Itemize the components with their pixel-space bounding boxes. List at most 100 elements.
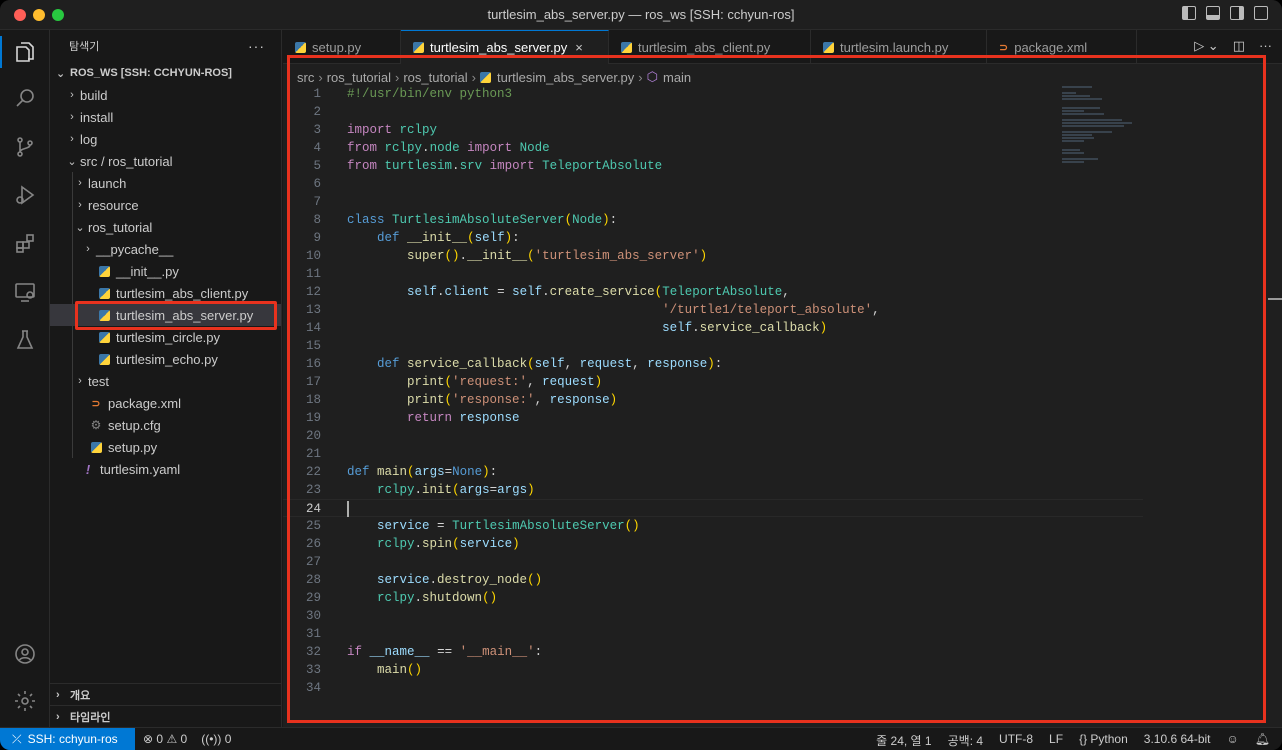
remote-explorer-icon[interactable]: [0, 272, 50, 312]
tab-package-xml[interactable]: ⊃ package.xml: [987, 30, 1137, 64]
split-editor-icon[interactable]: ◫: [1233, 38, 1245, 54]
indentation[interactable]: 공백: 4: [948, 732, 983, 749]
problems-indicator[interactable]: ⊗ 0 ⚠ 0: [143, 732, 187, 746]
accounts-icon[interactable]: [0, 634, 50, 674]
encoding[interactable]: UTF-8: [999, 732, 1033, 749]
ports-indicator[interactable]: ((•)) 0: [201, 732, 231, 746]
extensions-icon[interactable]: [0, 224, 50, 264]
tree-item[interactable]: › __pycache__: [50, 238, 281, 260]
code-line: 11: [283, 265, 1143, 283]
tree-item[interactable]: ⚙ setup.cfg: [50, 414, 281, 436]
customize-layout-icon[interactable]: [1254, 6, 1268, 20]
tree-item[interactable]: turtlesim_echo.py: [50, 348, 281, 370]
code-line: 8 class TurtlesimAbsoluteServer(Node):: [283, 211, 1143, 229]
tree-item[interactable]: turtlesim_abs_server.py: [50, 304, 281, 326]
cursor-position[interactable]: 줄 24, 열 1: [876, 732, 931, 749]
code-line: 33 main(): [283, 661, 1143, 679]
breadcrumb-item[interactable]: main: [663, 70, 691, 85]
indent-guide: [72, 436, 73, 458]
toggle-panel-icon[interactable]: [1206, 6, 1220, 20]
tree-item[interactable]: › launch: [50, 172, 281, 194]
status-right: 줄 24, 열 1 공백: 4 UTF-8 LF {} Python 3.10.…: [876, 732, 1270, 749]
window-title: turtlesim_abs_server.py — ros_ws [SSH: c…: [487, 7, 795, 22]
tab-turtlesim-launch[interactable]: turtlesim.launch.py: [811, 30, 987, 64]
explorer-header: 탐색기 ···: [50, 30, 281, 62]
chevron-right-icon: ›: [56, 688, 60, 701]
breadcrumb-item[interactable]: ros_tutorial: [403, 70, 467, 85]
minimap[interactable]: [1062, 86, 1152, 186]
tree-item[interactable]: setup.py: [50, 436, 281, 458]
tree-item[interactable]: turtlesim_abs_client.py: [50, 282, 281, 304]
close-tab-icon[interactable]: ×: [575, 40, 583, 55]
tree-item-label: launch: [88, 175, 127, 191]
breadcrumb-item[interactable]: src: [297, 70, 314, 85]
tree-item[interactable]: › build: [50, 84, 281, 106]
workspace-root[interactable]: ⌄ ROS_WS [SSH: CCHYUN-ROS]: [50, 62, 281, 84]
python-icon: [96, 287, 112, 299]
tree-item[interactable]: turtlesim_circle.py: [50, 326, 281, 348]
code-line: 6: [283, 175, 1143, 193]
tab-turtlesim-abs-server[interactable]: turtlesim_abs_server.py ×: [401, 30, 609, 64]
python-icon: [96, 265, 112, 277]
tree-item[interactable]: ⌄ src / ros_tutorial: [50, 150, 281, 172]
language-mode[interactable]: {} Python: [1079, 732, 1128, 749]
tree-item[interactable]: › install: [50, 106, 281, 128]
line-number: 27: [305, 555, 321, 569]
more-actions-icon[interactable]: ···: [1259, 38, 1272, 54]
line-number: 21: [305, 447, 321, 461]
warning-icon: ⚠: [166, 732, 178, 746]
line-number: 2: [313, 105, 321, 119]
python-interpreter[interactable]: 3.10.6 64-bit: [1144, 732, 1211, 749]
tree-item[interactable]: › test: [50, 370, 281, 392]
chevron-right-icon: ›: [70, 111, 74, 123]
tree-item[interactable]: ⊃ package.xml: [50, 392, 281, 414]
tree-item[interactable]: ! turtlesim.yaml: [50, 458, 281, 480]
tree-item-label: test: [88, 373, 109, 389]
scrollbar-position-marker[interactable]: [1268, 298, 1282, 300]
tab-setup-py[interactable]: setup.py: [283, 30, 401, 64]
code-lines[interactable]: 1 #!/usr/bin/env python3 2 3 import rclpy …: [283, 85, 1143, 697]
indent-guide: [72, 370, 73, 392]
end-of-line[interactable]: LF: [1049, 732, 1063, 749]
code-line: 21: [283, 445, 1143, 463]
tree-item[interactable]: ⌄ ros_tutorial: [50, 216, 281, 238]
settings-gear-icon[interactable]: [0, 681, 50, 721]
source-control-icon[interactable]: [0, 127, 50, 167]
outline-section[interactable]: › 개요: [50, 683, 281, 705]
indent-guide: [72, 282, 73, 304]
tree-item[interactable]: __init__.py: [50, 260, 281, 282]
tab-label: turtlesim_abs_client.py: [638, 39, 771, 55]
timeline-section[interactable]: › 타임라인: [50, 705, 281, 727]
current-code-line: 24: [283, 499, 1143, 517]
tree-item[interactable]: › log: [50, 128, 281, 150]
toggle-primary-sidebar-icon[interactable]: [1182, 6, 1196, 20]
tree-item[interactable]: › resource: [50, 194, 281, 216]
remote-indicator[interactable]: ⤫ SSH: cchyun-ros: [0, 728, 135, 750]
code-line: 23 rclpy.init(args=args): [283, 481, 1143, 499]
chevron-right-icon: ›: [56, 710, 60, 723]
function-symbol-icon: ⬡: [646, 69, 658, 84]
code-line: 3 import rclpy: [283, 121, 1143, 139]
breadcrumb-item[interactable]: turtlesim_abs_server.py: [497, 70, 634, 85]
line-number: 13: [305, 303, 321, 317]
explorer-icon[interactable]: [0, 32, 50, 72]
run-python-file-icon[interactable]: ▷ ⌄: [1194, 38, 1219, 54]
line-number: 28: [305, 573, 321, 587]
line-number: 24: [305, 502, 321, 516]
notifications-bell-icon[interactable]: 🔔︎: [1255, 732, 1270, 749]
tab-turtlesim-abs-client[interactable]: turtlesim_abs_client.py: [609, 30, 811, 64]
code-line: 17 print('request:', request): [283, 373, 1143, 391]
breadcrumb-item[interactable]: ros_tutorial: [327, 70, 391, 85]
python-icon: [96, 331, 112, 343]
testing-icon[interactable]: [0, 320, 50, 360]
line-number: 6: [313, 177, 321, 191]
tab-label: setup.py: [312, 39, 362, 55]
run-debug-icon[interactable]: [0, 175, 50, 215]
search-icon[interactable]: [0, 78, 50, 118]
toggle-secondary-sidebar-icon[interactable]: [1230, 6, 1244, 20]
file-tree: › build › install › log ⌄ src / ros_tutorial › la…: [50, 84, 281, 480]
code-editor[interactable]: src › ros_tutorial › ros_tutorial › turt…: [283, 64, 1282, 727]
more-actions-icon[interactable]: ···: [248, 38, 265, 54]
line-number: 20: [305, 429, 321, 443]
feedback-icon[interactable]: ☺: [1227, 732, 1239, 749]
